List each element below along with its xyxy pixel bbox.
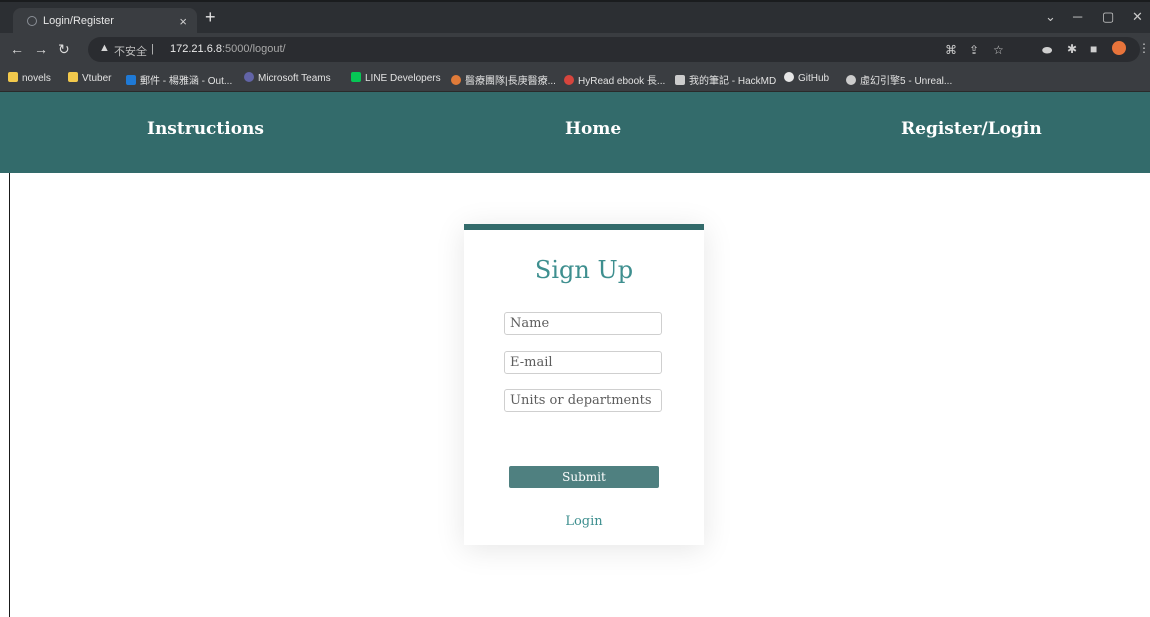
bookmark-github[interactable]: GitHub	[784, 72, 829, 84]
folder-icon	[8, 72, 18, 82]
window-close-icon[interactable]: ✕	[1132, 9, 1143, 25]
bookmark-line-developers[interactable]: LINE Developers	[351, 72, 441, 84]
bookmark-label: Vtuber	[82, 73, 112, 84]
not-secure-label: 不安全	[114, 46, 147, 58]
url-path: :5000/logout/	[222, 43, 286, 55]
hospital-icon	[451, 75, 461, 85]
bookmark-label: HyRead ebook 長...	[578, 76, 666, 87]
bookmark-hospital[interactable]: 醫療團隊|長庚醫療...	[451, 72, 556, 87]
units-departments-input[interactable]	[504, 389, 662, 412]
bookmark-label: 虛幻引擎5 - Unreal...	[860, 76, 953, 87]
nav-instructions-link[interactable]: Instructions	[147, 119, 264, 139]
url-separator: |	[151, 43, 154, 55]
url-text[interactable]: 172.21.6.8:5000/logout/	[170, 43, 286, 55]
signup-card: Sign Up Submit Login	[464, 224, 704, 545]
browser-tab-strip: Login/Register × + ⌄ ─ ▢ ✕	[0, 0, 1150, 35]
hackmd-icon	[675, 75, 685, 85]
hyread-icon	[564, 75, 574, 85]
menu-dots-icon[interactable]: ⋮	[1138, 41, 1150, 55]
bookmark-label: GitHub	[798, 73, 830, 84]
bookmark-label: 郵件 - 楊雅涵 - Out...	[140, 76, 233, 87]
outlook-icon	[126, 75, 136, 85]
page-left-border	[9, 173, 10, 617]
name-input[interactable]	[504, 312, 662, 335]
browser-tab[interactable]: Login/Register ×	[13, 8, 197, 35]
bookmark-hackmd[interactable]: 我的筆記 - HackMD	[675, 72, 776, 87]
side-panel-icon[interactable]: ■	[1090, 42, 1097, 56]
bookmark-label: Microsoft Teams	[258, 73, 331, 84]
bookmark-outlook[interactable]: 郵件 - 楊雅涵 - Out...	[126, 72, 232, 87]
bookmark-star-icon[interactable]: ☆	[993, 43, 1004, 57]
submit-button[interactable]: Submit	[509, 466, 659, 488]
email-input[interactable]	[504, 351, 662, 374]
tab-close-icon[interactable]: ×	[179, 8, 187, 35]
reload-icon[interactable]: ↻	[58, 41, 70, 58]
not-secure-warning-icon[interactable]: ▲	[99, 42, 110, 54]
profile-avatar[interactable]	[1112, 41, 1126, 55]
minimize-icon[interactable]: ─	[1073, 9, 1082, 24]
signup-title: Sign Up	[534, 256, 634, 284]
share-icon[interactable]: ⇪	[969, 43, 979, 57]
bookmark-label: LINE Developers	[365, 73, 441, 84]
forward-icon[interactable]: →	[34, 41, 48, 57]
browser-toolbar: ← → ↻ ▲ 不安全 | 172.21.6.8:5000/logout/ ⌘ …	[0, 33, 1150, 65]
bookmark-unreal[interactable]: 虛幻引擎5 - Unreal...	[846, 72, 952, 87]
bookmark-teams[interactable]: Microsoft Teams	[244, 72, 331, 84]
translate-icon[interactable]: ⌘	[945, 43, 957, 57]
extension-icon[interactable]: ⬬	[1042, 43, 1052, 58]
bookmark-label: 醫療團隊|長庚醫療...	[465, 76, 556, 87]
new-tab-icon[interactable]: +	[205, 7, 216, 28]
bookmarks-bar: novels Vtuber 郵件 - 楊雅涵 - Out... Microsof…	[0, 65, 1150, 92]
tab-favicon-icon	[27, 16, 37, 26]
folder-icon	[68, 72, 78, 82]
unreal-icon	[846, 75, 856, 85]
maximize-icon[interactable]: ▢	[1102, 9, 1114, 25]
bookmark-label: novels	[22, 73, 51, 84]
puzzle-extensions-icon[interactable]: ✱	[1067, 42, 1077, 56]
line-icon	[351, 72, 361, 82]
bookmark-label: 我的筆記 - HackMD	[689, 76, 777, 87]
bookmark-novels[interactable]: novels	[8, 72, 51, 84]
nav-register-login-link[interactable]: Register/Login	[901, 119, 1042, 139]
login-link[interactable]: Login	[464, 514, 704, 529]
github-icon	[784, 72, 794, 82]
site-navbar: Instructions Home Register/Login	[0, 92, 1150, 173]
teams-icon	[244, 72, 254, 82]
address-bar[interactable]: ▲ 不安全 | 172.21.6.8:5000/logout/ ⌘ ⇪ ☆	[88, 37, 1140, 62]
nav-home-link[interactable]: Home	[565, 119, 621, 139]
tab-search-chevron-icon[interactable]: ⌄	[1045, 9, 1056, 25]
bookmark-vtuber[interactable]: Vtuber	[68, 72, 111, 84]
back-icon[interactable]: ←	[10, 41, 24, 57]
tab-title: Login/Register	[43, 15, 114, 27]
url-host: 172.21.6.8	[170, 43, 222, 55]
bookmark-hyread[interactable]: HyRead ebook 長...	[564, 72, 665, 87]
